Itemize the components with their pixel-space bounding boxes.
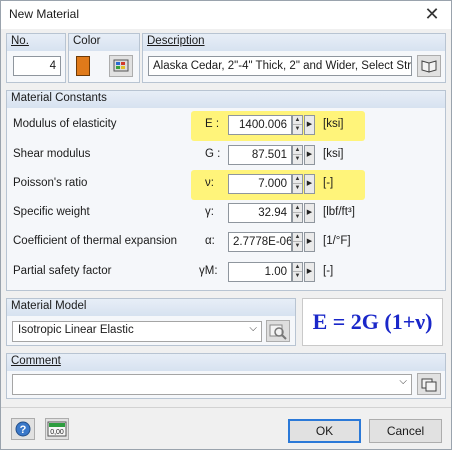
poisson-unit: [-] xyxy=(323,177,334,189)
shear-modulus-spinner[interactable]: ▲ ▼ xyxy=(292,145,303,165)
help-icon: ? xyxy=(15,421,31,437)
number-field[interactable]: 4 xyxy=(13,56,61,76)
shear-modulus-symbol: G : xyxy=(205,148,221,160)
description-label: Description xyxy=(143,34,445,51)
shear-modulus-input[interactable]: 87.501 xyxy=(228,145,292,165)
specific-weight-spinner[interactable]: ▲ ▼ xyxy=(292,203,303,223)
thermal-expansion-arrow-button[interactable]: ▶ xyxy=(304,232,315,252)
book-icon xyxy=(421,60,437,73)
safety-factor-label: Partial safety factor xyxy=(13,265,112,277)
poisson-symbol: ν: xyxy=(205,177,214,189)
modulus-spinner[interactable]: ▲ ▼ xyxy=(292,115,303,135)
footer-divider xyxy=(1,407,451,408)
chevron-down-icon: ⌵ xyxy=(249,323,257,334)
chevron-down-icon: ⌵ xyxy=(399,376,407,387)
color-group: Color xyxy=(68,33,140,83)
color-swatch[interactable] xyxy=(76,56,90,76)
description-group: Description Alaska Cedar, 2"-4" Thick, 2… xyxy=(142,33,446,83)
number-label: No. xyxy=(7,34,65,51)
close-icon[interactable]: ✕ xyxy=(419,2,445,26)
modulus-label: Modulus of elasticity xyxy=(13,118,117,130)
title-bar: New Material ✕ xyxy=(1,1,451,29)
window-title: New Material xyxy=(9,7,80,21)
comment-title: Comment xyxy=(7,354,445,371)
color-picker-button[interactable] xyxy=(109,55,133,77)
ok-button[interactable]: OK xyxy=(288,419,361,443)
color-label: Color xyxy=(69,34,139,51)
specific-weight-input[interactable]: 32.94 xyxy=(228,203,292,223)
safety-factor-unit: [-] xyxy=(323,265,334,277)
shear-modulus-unit: [ksi] xyxy=(323,148,344,160)
specific-weight-arrow-button[interactable]: ▶ xyxy=(304,203,315,223)
palette-icon xyxy=(113,59,129,72)
description-field[interactable]: Alaska Cedar, 2"-4" Thick, 2" and Wider,… xyxy=(148,56,412,76)
decimal-places-icon: 0,00 xyxy=(47,421,67,437)
thermal-expansion-symbol: α: xyxy=(205,235,215,247)
modulus-input[interactable]: 1400.006 xyxy=(228,115,292,135)
thermal-expansion-spinner[interactable]: ▲ ▼ xyxy=(292,232,303,252)
safety-factor-arrow-button[interactable]: ▶ xyxy=(304,262,315,282)
thermal-expansion-label: Coefficient of thermal expansion xyxy=(13,235,178,247)
safety-factor-input[interactable]: 1.00 xyxy=(228,262,292,282)
copy-icon xyxy=(421,378,437,392)
poisson-spinner[interactable]: ▲ ▼ xyxy=(292,174,303,194)
svg-text:0,00: 0,00 xyxy=(50,429,64,436)
modulus-symbol: E : xyxy=(205,118,220,130)
safety-factor-symbol: γM: xyxy=(199,265,218,277)
poisson-input[interactable]: 7.000 xyxy=(228,174,292,194)
magnifier-icon xyxy=(269,324,287,340)
material-model-dropdown[interactable]: Isotropic Linear Elastic ⌵ xyxy=(12,321,262,342)
help-button[interactable]: ? xyxy=(11,418,35,440)
comment-group: Comment ⌵ xyxy=(6,353,446,399)
material-model-group: Material Model Isotropic Linear Elastic … xyxy=(6,298,296,346)
material-model-value: Isotropic Linear Elastic xyxy=(18,324,134,336)
material-constants-group: Material Constants Modulus of elasticity… xyxy=(6,90,446,291)
poisson-arrow-button[interactable]: ▶ xyxy=(304,174,315,194)
cancel-button[interactable]: Cancel xyxy=(369,419,442,443)
decimal-places-button[interactable]: 0,00 xyxy=(45,418,69,440)
thermal-expansion-input[interactable]: 2.7778E-06 xyxy=(228,232,292,252)
specific-weight-symbol: γ: xyxy=(205,206,214,218)
material-model-details-button[interactable] xyxy=(266,320,290,342)
shear-modulus-label: Shear modulus xyxy=(13,148,91,160)
svg-text:?: ? xyxy=(20,424,27,436)
number-group: No. 4 xyxy=(6,33,66,83)
thermal-expansion-unit: [1/°F] xyxy=(323,235,351,247)
modulus-unit: [ksi] xyxy=(323,118,344,130)
shear-modulus-arrow-button[interactable]: ▶ xyxy=(304,145,315,165)
specific-weight-unit: [lbf/ft³] xyxy=(323,206,355,218)
comment-input[interactable]: ⌵ xyxy=(12,374,412,395)
comment-library-button[interactable] xyxy=(417,373,441,395)
poisson-label: Poisson's ratio xyxy=(13,177,88,189)
material-constants-title: Material Constants xyxy=(7,91,445,108)
safety-factor-spinner[interactable]: ▲ ▼ xyxy=(292,262,303,282)
new-material-dialog: New Material ✕ No. 4 Color Description A… xyxy=(0,0,452,450)
shear-modulus-formula: E = 2G (1+ν) xyxy=(302,298,443,346)
specific-weight-label: Specific weight xyxy=(13,206,90,218)
material-model-title: Material Model xyxy=(7,299,295,316)
material-library-button[interactable] xyxy=(417,55,441,77)
modulus-arrow-button[interactable]: ▶ xyxy=(304,115,315,135)
